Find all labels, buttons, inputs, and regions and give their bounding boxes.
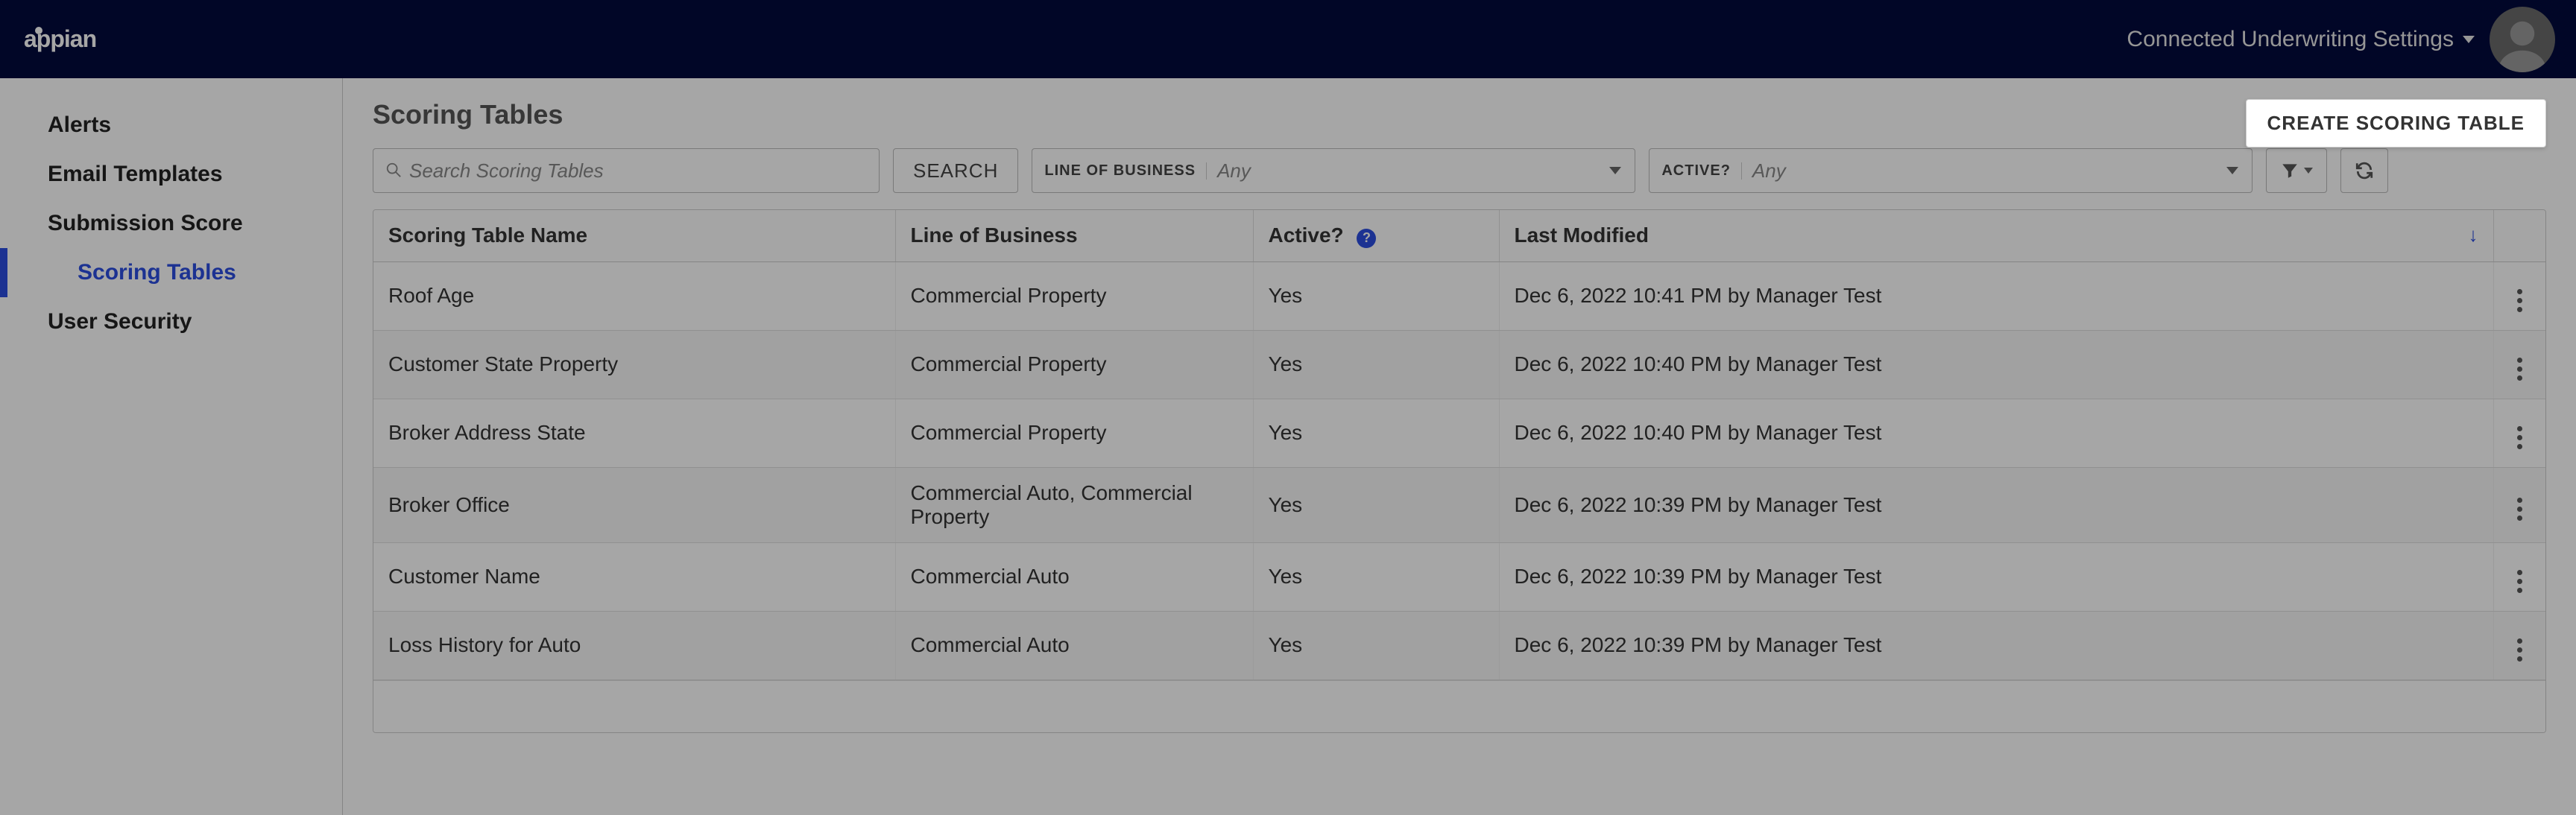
table-footer <box>373 680 2545 732</box>
caret-down-icon <box>2463 36 2475 43</box>
cell-lob: Commercial Auto, Commercial Property <box>895 467 1253 542</box>
cell-modified: Dec 6, 2022 10:39 PM by Manager Test <box>1499 611 2493 679</box>
sidebar-label: Email Templates <box>48 162 223 186</box>
help-icon[interactable]: ? <box>1357 229 1376 248</box>
col-label: Active? <box>1269 223 1344 247</box>
cell-actions <box>2493 261 2545 330</box>
row-actions-menu[interactable] <box>2513 422 2527 454</box>
toolbar: SEARCH LINE OF BUSINESS Any ACTIVE? Any <box>373 148 2546 193</box>
cell-lob: Commercial Property <box>895 330 1253 399</box>
filter-line-of-business[interactable]: LINE OF BUSINESS Any <box>1032 148 1635 193</box>
col-label: Scoring Table Name <box>388 223 587 247</box>
sidebar-label: Alerts <box>48 112 111 137</box>
cell-name: Broker Address State <box>373 399 895 467</box>
col-header-modified[interactable]: Last Modified ↓ <box>1499 210 2493 261</box>
filter-active[interactable]: ACTIVE? Any <box>1649 148 2253 193</box>
sidebar-item-submission-score[interactable]: Submission Score <box>0 199 342 248</box>
cell-actions <box>2493 330 2545 399</box>
filter-lob-value: Any <box>1217 159 1251 183</box>
sidebar-item-alerts[interactable]: Alerts <box>0 101 342 150</box>
caret-down-icon <box>2304 168 2313 174</box>
col-label: Last Modified <box>1515 223 1649 247</box>
cell-actions <box>2493 542 2545 611</box>
filter-options-button[interactable] <box>2266 148 2327 193</box>
search-field-wrap[interactable] <box>373 148 880 193</box>
cell-name: Roof Age <box>373 261 895 330</box>
cell-modified: Dec 6, 2022 10:41 PM by Manager Test <box>1499 261 2493 330</box>
cell-lob: Commercial Auto <box>895 542 1253 611</box>
col-header-active[interactable]: Active? ? <box>1253 210 1499 261</box>
sidebar-label: Scoring Tables <box>78 260 236 285</box>
cell-lob: Commercial Property <box>895 399 1253 467</box>
cell-name: Loss History for Auto <box>373 611 895 679</box>
sidebar-item-scoring-tables[interactable]: Scoring Tables <box>0 248 342 297</box>
row-actions-menu[interactable] <box>2513 634 2527 666</box>
cell-actions <box>2493 611 2545 679</box>
caret-down-icon <box>2226 167 2238 174</box>
user-avatar[interactable] <box>2490 7 2555 72</box>
refresh-icon <box>2355 161 2374 180</box>
cell-modified: Dec 6, 2022 10:39 PM by Manager Test <box>1499 467 2493 542</box>
header-app-dropdown[interactable]: Connected Underwriting Settings <box>2127 27 2475 52</box>
svg-text:appian: appian <box>24 25 96 52</box>
cell-active: Yes <box>1253 399 1499 467</box>
filter-active-label: ACTIVE? <box>1661 162 1742 180</box>
col-header-lob[interactable]: Line of Business <box>895 210 1253 261</box>
search-input[interactable] <box>409 159 867 183</box>
create-scoring-table-button[interactable]: CREATE SCORING TABLE <box>2246 99 2546 148</box>
cell-modified: Dec 6, 2022 10:40 PM by Manager Test <box>1499 330 2493 399</box>
table-row[interactable]: Loss History for AutoCommercial AutoYesD… <box>373 611 2545 679</box>
page-title: Scoring Tables <box>373 99 2546 130</box>
cell-active: Yes <box>1253 611 1499 679</box>
table-row[interactable]: Broker OfficeCommercial Auto, Commercial… <box>373 467 2545 542</box>
row-actions-menu[interactable] <box>2513 493 2527 525</box>
funnel-icon <box>2280 161 2299 180</box>
cell-name: Broker Office <box>373 467 895 542</box>
cell-modified: Dec 6, 2022 10:39 PM by Manager Test <box>1499 542 2493 611</box>
cell-lob: Commercial Property <box>895 261 1253 330</box>
sidebar-label: User Security <box>48 309 192 334</box>
cell-active: Yes <box>1253 542 1499 611</box>
search-icon <box>385 162 402 180</box>
filter-lob-label: LINE OF BUSINESS <box>1044 162 1207 180</box>
header-right: Connected Underwriting Settings <box>2127 7 2555 72</box>
search-button[interactable]: SEARCH <box>893 148 1018 193</box>
table-row[interactable]: Broker Address StateCommercial PropertyY… <box>373 399 2545 467</box>
row-actions-menu[interactable] <box>2513 285 2527 317</box>
refresh-button[interactable] <box>2340 148 2388 193</box>
main-layout: Alerts Email Templates Submission Score … <box>0 78 2576 815</box>
app-header: appian Connected Underwriting Settings <box>0 0 2576 78</box>
row-actions-menu[interactable] <box>2513 565 2527 597</box>
cell-lob: Commercial Auto <box>895 611 1253 679</box>
cell-actions <box>2493 399 2545 467</box>
table-row[interactable]: Customer State PropertyCommercial Proper… <box>373 330 2545 399</box>
cell-actions <box>2493 467 2545 542</box>
content: CREATE SCORING TABLE Scoring Tables SEAR… <box>343 78 2576 815</box>
sidebar-label: Submission Score <box>48 211 243 235</box>
col-header-actions <box>2493 210 2545 261</box>
cell-active: Yes <box>1253 261 1499 330</box>
cell-name: Customer State Property <box>373 330 895 399</box>
scoring-tables-grid: Scoring Table Name Line of Business Acti… <box>373 209 2546 733</box>
caret-down-icon <box>1609 167 1621 174</box>
col-label: Line of Business <box>911 223 1078 247</box>
filter-active-value: Any <box>1752 159 1786 183</box>
table-row[interactable]: Roof AgeCommercial PropertyYesDec 6, 202… <box>373 261 2545 330</box>
cell-active: Yes <box>1253 330 1499 399</box>
sort-descending-icon: ↓ <box>2469 223 2478 247</box>
sidebar-item-email-templates[interactable]: Email Templates <box>0 150 342 199</box>
cell-name: Customer Name <box>373 542 895 611</box>
appian-logo: appian <box>24 25 143 54</box>
cell-active: Yes <box>1253 467 1499 542</box>
table-row[interactable]: Customer NameCommercial AutoYesDec 6, 20… <box>373 542 2545 611</box>
sidebar-item-user-security[interactable]: User Security <box>0 297 342 346</box>
cell-modified: Dec 6, 2022 10:40 PM by Manager Test <box>1499 399 2493 467</box>
header-app-title: Connected Underwriting Settings <box>2127 27 2454 52</box>
sidebar: Alerts Email Templates Submission Score … <box>0 78 343 815</box>
row-actions-menu[interactable] <box>2513 353 2527 385</box>
create-button-wrap: CREATE SCORING TABLE <box>2246 99 2546 148</box>
col-header-name[interactable]: Scoring Table Name <box>373 210 895 261</box>
